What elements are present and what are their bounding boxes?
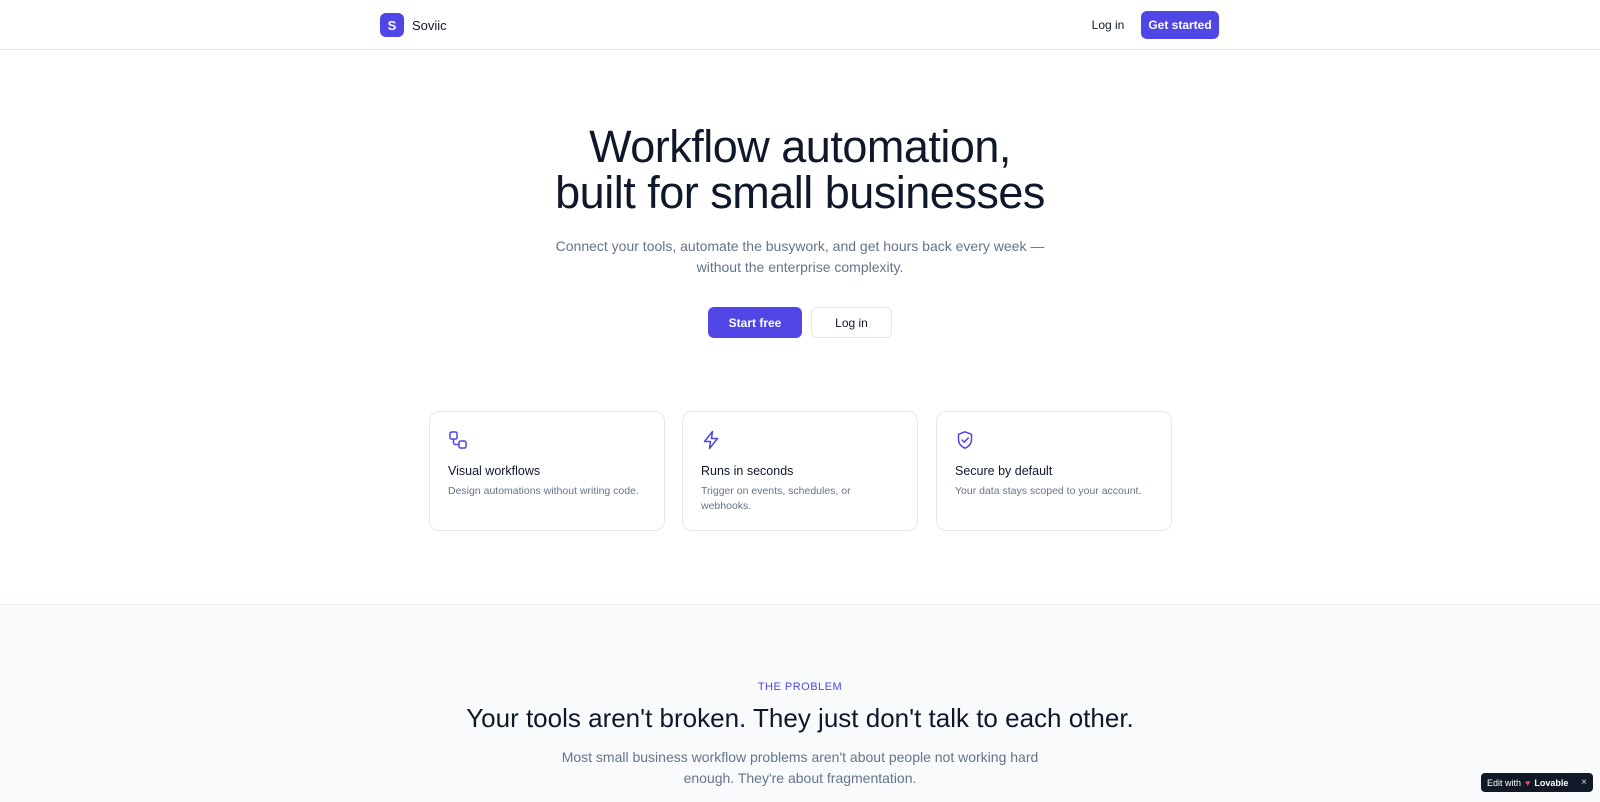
start-free-button[interactable]: Start free <box>708 307 802 338</box>
problem-eyebrow: THE PROBLEM <box>757 681 843 693</box>
feature-card-secure-by-default: Secure by default Your data stays scoped… <box>936 411 1172 531</box>
feature-description: Trigger on events, schedules, or webhook… <box>701 485 851 512</box>
feature-description: Your data stays scoped to your account. <box>955 485 1142 497</box>
feature-title: Secure by default <box>955 464 1053 478</box>
brand-name: Soviic <box>412 17 447 33</box>
hero-subtitle-line1: Connect your tools, automate the busywor… <box>555 238 1045 254</box>
close-icon[interactable]: × <box>1581 777 1587 788</box>
problem-title: Your tools aren't broken. They just don'… <box>466 703 1134 733</box>
hero-login-button[interactable]: Log in <box>811 307 892 338</box>
feature-title: Runs in seconds <box>701 464 794 478</box>
hero-subtitle: Connect your tools, automate the busywor… <box>520 236 1080 278</box>
hero-title: Workflow automation, built for small bus… <box>400 124 1200 216</box>
hero-title-line1: Workflow automation, <box>589 121 1011 172</box>
badge-prefix: Edit with <box>1487 777 1522 788</box>
feature-description: Design automations without writing code. <box>448 485 639 497</box>
problem-subtitle-line2: enough. They're about fragmentation. <box>683 770 917 786</box>
problem-section: THE PROBLEM Your tools aren't broken. Th… <box>0 604 1600 802</box>
get-started-button[interactable]: Get started <box>1141 11 1219 39</box>
lightning-icon <box>703 430 719 450</box>
feature-title: Visual workflows <box>448 464 541 478</box>
badge-brand: Lovable <box>1534 777 1569 788</box>
shield-check-icon <box>957 431 973 449</box>
problem-subtitle-line1: Most small business workflow problems ar… <box>561 749 1039 765</box>
brand[interactable]: S Soviic <box>380 13 447 37</box>
feature-card-visual-workflows: Visual workflows Design automations with… <box>429 411 665 531</box>
login-link[interactable]: Log in <box>1082 12 1134 38</box>
brand-logo: S <box>380 13 404 37</box>
heart-icon: ♥ <box>1525 777 1531 788</box>
feature-card-runs-in-seconds: Runs in seconds Trigger on events, sched… <box>682 411 918 531</box>
top-nav: S Soviic Log in Get started <box>0 0 1600 50</box>
workflow-icon <box>449 431 467 449</box>
hero-subtitle-line2: without the enterprise complexity. <box>696 259 904 275</box>
edit-with-lovable-badge[interactable]: Edit with ♥ Lovable × <box>1481 773 1593 792</box>
hero-title-line2: built for small businesses <box>555 167 1045 218</box>
problem-subtitle: Most small business workflow problems ar… <box>540 747 1060 789</box>
